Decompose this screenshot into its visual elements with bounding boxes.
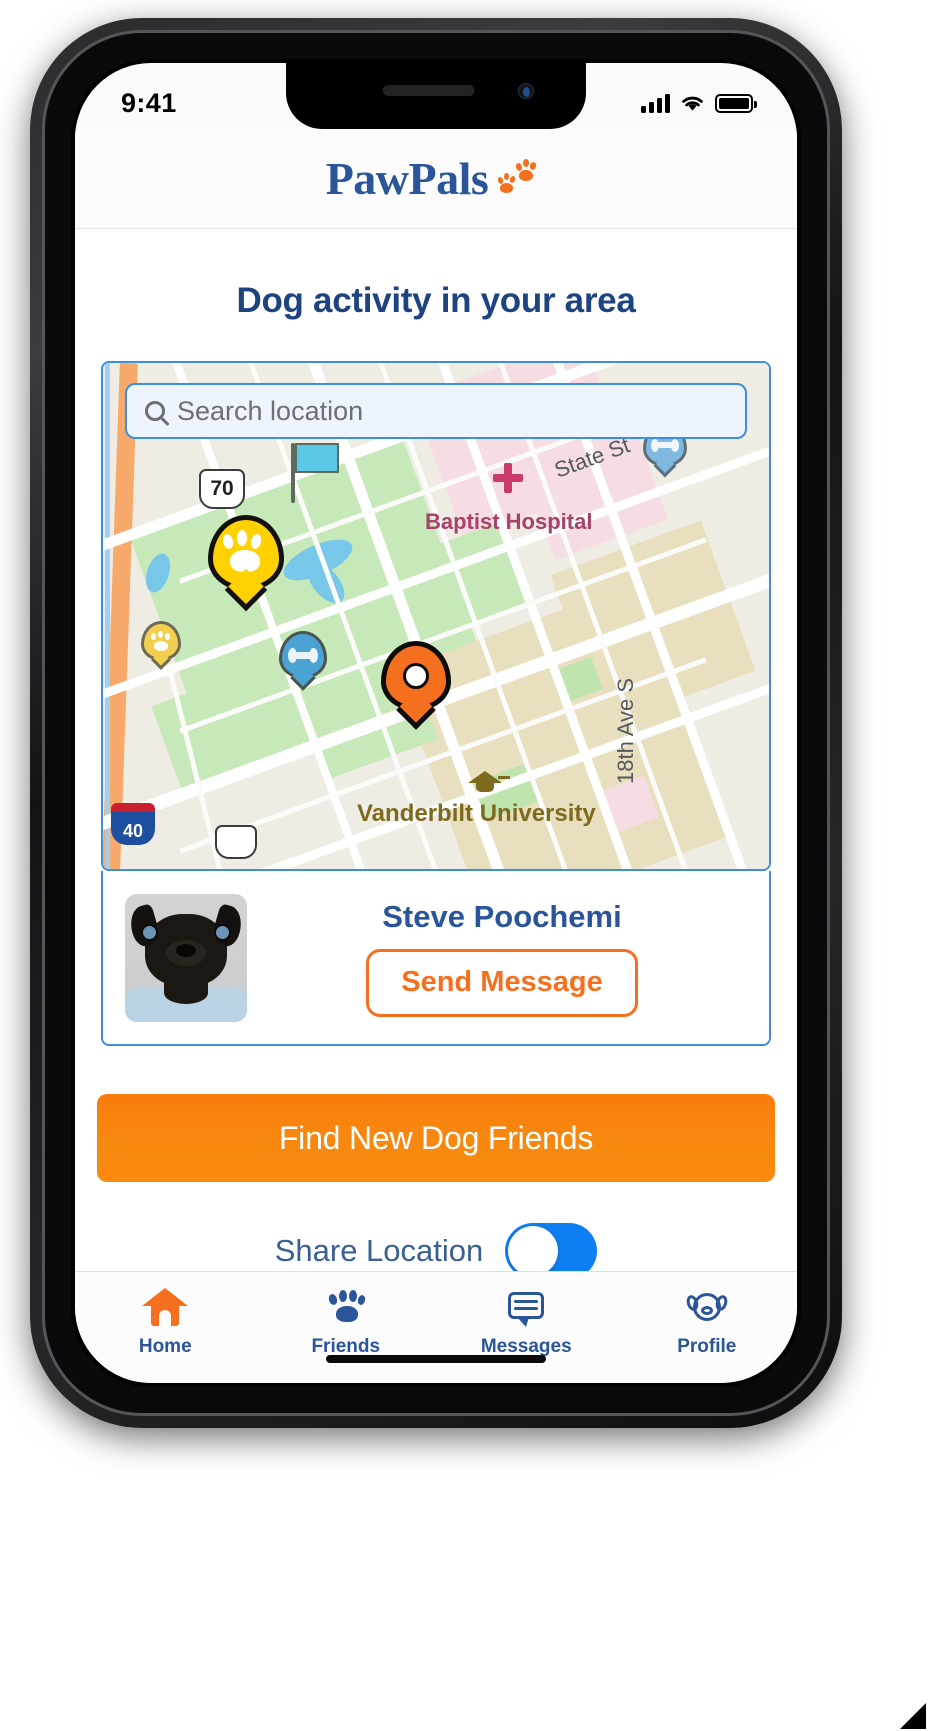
app-brand-title: PawPals: [325, 153, 489, 204]
paw-icon: [323, 1286, 369, 1328]
search-container[interactable]: Search location: [125, 383, 747, 439]
paw-pin-large[interactable]: [208, 515, 284, 612]
profile-name: Steve Poochemi: [382, 898, 622, 934]
tab-messages[interactable]: Messages: [436, 1286, 617, 1358]
map-label-hospital: Baptist Hospital: [425, 509, 593, 534]
device-notch: [286, 63, 586, 129]
app-header: PawPals: [75, 129, 797, 229]
map-label-18th-ave: 18th Ave S: [613, 677, 639, 785]
front-camera-icon: [518, 83, 534, 99]
toggle-knob: [508, 1226, 559, 1276]
app-content: Dog activity in your area 70 40 Baptist …: [75, 229, 797, 1279]
phone-screen: 9:41 PawPals Dog activity in your area 7…: [75, 63, 797, 1383]
dog-eye-left: [143, 925, 156, 939]
search-input[interactable]: Search location: [125, 383, 747, 439]
phone-bezel: 9:41 PawPals Dog activity in your area 7…: [42, 30, 830, 1416]
home-indicator[interactable]: [326, 1355, 546, 1363]
dog-eye-right: [216, 925, 229, 939]
status-icons: [641, 93, 757, 113]
tab-home[interactable]: Home: [75, 1286, 256, 1358]
phone-glass: 9:41 PawPals Dog activity in your area 7…: [71, 59, 801, 1387]
route-shield-secondary: [215, 825, 257, 859]
map-label-university: Vanderbilt University: [357, 800, 596, 827]
interstate-shield: 40: [111, 803, 155, 845]
bone-pin-left[interactable]: [279, 631, 327, 691]
profile-card: Steve Poochemi Send Message: [101, 871, 771, 1046]
status-time: 9:41: [121, 87, 177, 118]
page-title: Dog activity in your area: [236, 281, 636, 320]
avatar[interactable]: [125, 893, 247, 1022]
us-route-shield: 70: [199, 469, 245, 509]
home-icon: [142, 1286, 189, 1328]
find-new-dog-friends-button[interactable]: Find New Dog Friends: [97, 1094, 775, 1182]
chat-icon: [503, 1286, 549, 1328]
share-location-label: Share Location: [274, 1233, 484, 1268]
wifi-icon: [682, 96, 703, 111]
map-card[interactable]: 70 40 Baptist Hospital State St 18th Ave…: [101, 361, 771, 871]
tab-friends[interactable]: Friends: [256, 1286, 437, 1358]
screenshot-root: 9:41 PawPals Dog activity in your area 7…: [0, 0, 928, 1731]
phone-device-frame: 9:41 PawPals Dog activity in your area 7…: [30, 18, 842, 1428]
paw-pin-small[interactable]: [141, 621, 181, 670]
battery-icon: [715, 93, 757, 113]
dog-chest: [164, 981, 208, 1004]
tab-profile-label: Profile: [677, 1336, 737, 1357]
dog-face-icon: [684, 1286, 730, 1328]
profile-details: Steve Poochemi Send Message: [247, 899, 747, 1017]
search-icon: [145, 401, 165, 421]
hospital-cross-icon: [493, 463, 523, 493]
corner-decoration: [900, 1703, 926, 1729]
earpiece-speaker: [382, 85, 475, 96]
tab-profile[interactable]: Profile: [617, 1286, 798, 1358]
bottom-tab-bar: Home Friends Messages Profile: [75, 1271, 797, 1383]
graduation-cap-icon: [468, 771, 510, 792]
paw-prints-icon: [494, 156, 546, 202]
search-placeholder: Search location: [177, 395, 364, 426]
dog-nose: [176, 943, 196, 957]
tab-home-label: Home: [138, 1336, 192, 1357]
cellular-signal-icon: [641, 93, 670, 113]
current-location-pin[interactable]: [381, 641, 451, 730]
send-message-button[interactable]: Send Message: [366, 948, 638, 1017]
